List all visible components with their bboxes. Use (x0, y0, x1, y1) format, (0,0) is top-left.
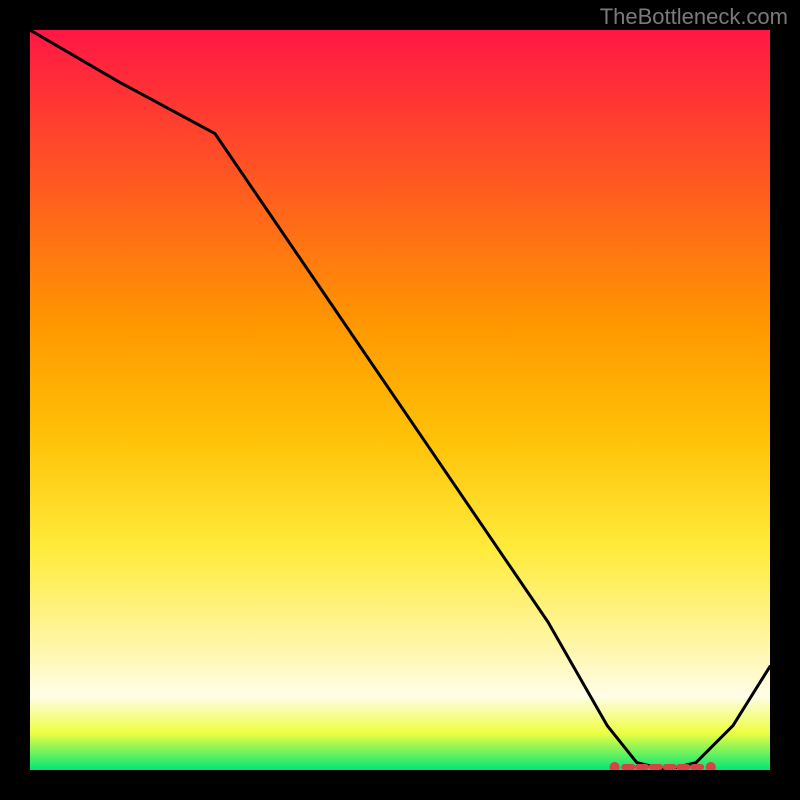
chart-container: TheBottleneck.com (0, 0, 800, 800)
plot-area (30, 30, 770, 770)
gradient-background (30, 30, 770, 770)
line-chart-svg (30, 30, 770, 770)
attribution-label: TheBottleneck.com (600, 4, 788, 30)
